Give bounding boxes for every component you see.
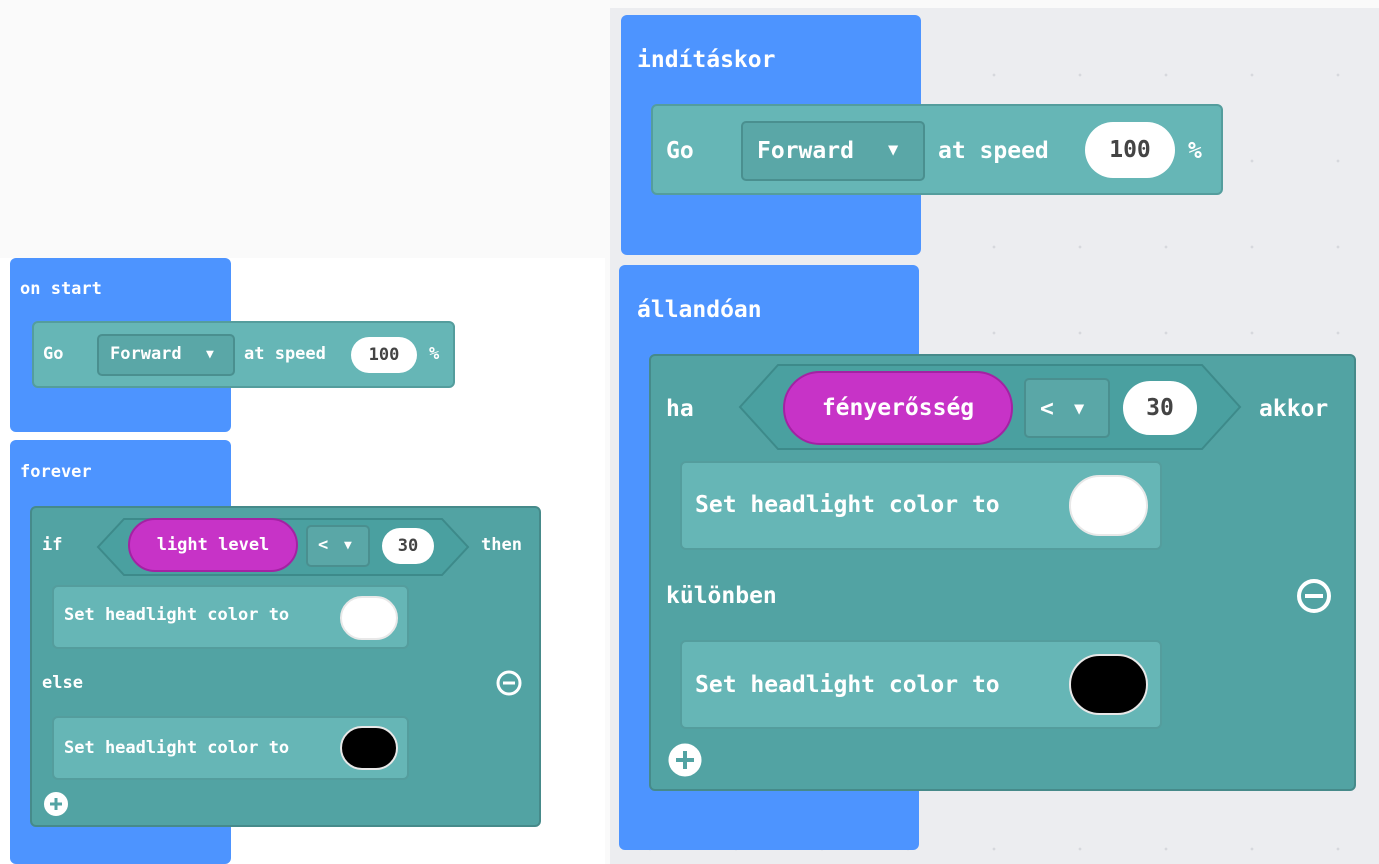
threshold-input-hu[interactable]: 30 — [1123, 381, 1197, 435]
headlight-color-white[interactable] — [340, 596, 398, 640]
headlight-color-black[interactable] — [340, 726, 398, 770]
caret-down-icon: ▼ — [888, 140, 899, 160]
on-start-title: on start — [20, 279, 102, 299]
percent-label: % — [429, 344, 440, 364]
operator-dropdown-hu[interactable] — [1024, 378, 1110, 438]
direction-value: Forward — [110, 344, 182, 364]
speed-value-hu: 100 — [1109, 137, 1151, 163]
headlight-color-black-hu[interactable] — [1069, 654, 1148, 715]
speed-input-hu[interactable]: 100 — [1085, 122, 1175, 178]
on-start-title-hu: indításkor — [637, 47, 776, 73]
if-label-hu: ha — [666, 396, 694, 422]
percent-label-hu: % — [1188, 138, 1202, 164]
minus-circle-icon[interactable] — [1296, 578, 1332, 614]
forever-title: forever — [20, 462, 92, 482]
else-label: else — [42, 673, 83, 693]
light-level-sensor[interactable]: light level — [128, 518, 298, 572]
operator-dropdown[interactable] — [306, 525, 370, 567]
speed-value: 100 — [368, 345, 400, 365]
threshold-input[interactable]: 30 — [382, 528, 434, 564]
set-headlight-label-1: Set headlight color to — [64, 605, 290, 625]
forever-title-hu: állandóan — [637, 297, 762, 323]
set-headlight-label-2: Set headlight color to — [64, 738, 290, 758]
plus-circle-icon[interactable] — [43, 791, 69, 817]
set-headlight-label-2-hu: Set headlight color to — [695, 672, 1000, 698]
then-label-hu: akkor — [1259, 396, 1329, 422]
minus-circle-icon[interactable] — [496, 670, 522, 696]
operator-value-hu: < — [1040, 396, 1054, 422]
at-speed-label: at speed — [244, 344, 326, 364]
direction-value-hu: Forward — [757, 138, 854, 164]
light-level-sensor-hu[interactable]: fényerősség — [783, 371, 1013, 445]
caret-down-icon: ▼ — [1074, 399, 1085, 419]
then-label: then — [481, 535, 522, 555]
else-label-hu: különben — [666, 583, 777, 609]
speed-input[interactable]: 100 — [351, 337, 417, 373]
caret-down-icon: ▼ — [206, 347, 214, 362]
caret-down-icon: ▼ — [344, 538, 352, 553]
if-label: if — [42, 535, 63, 555]
go-label-hu: Go — [666, 138, 694, 164]
set-headlight-label-1-hu: Set headlight color to — [695, 492, 1000, 518]
headlight-color-white-hu[interactable] — [1069, 475, 1148, 536]
plus-circle-icon[interactable] — [667, 742, 703, 778]
go-label: Go — [43, 344, 64, 364]
operator-value: < — [318, 535, 329, 555]
light-level-label: light level — [156, 535, 270, 555]
threshold-value-hu: 30 — [1146, 395, 1174, 421]
at-speed-label-hu: at speed — [938, 138, 1049, 164]
light-level-label-hu: fényerősség — [821, 395, 975, 421]
threshold-value: 30 — [397, 536, 419, 556]
